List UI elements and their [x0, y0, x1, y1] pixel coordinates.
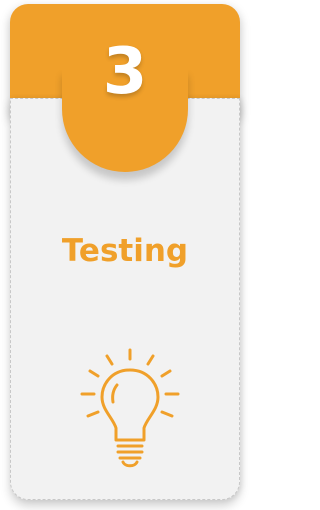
lightbulb-icon	[80, 348, 180, 468]
step-number: 3	[102, 35, 148, 109]
step-title: Testing	[61, 233, 189, 269]
step-card: 3 Testing	[10, 4, 240, 504]
